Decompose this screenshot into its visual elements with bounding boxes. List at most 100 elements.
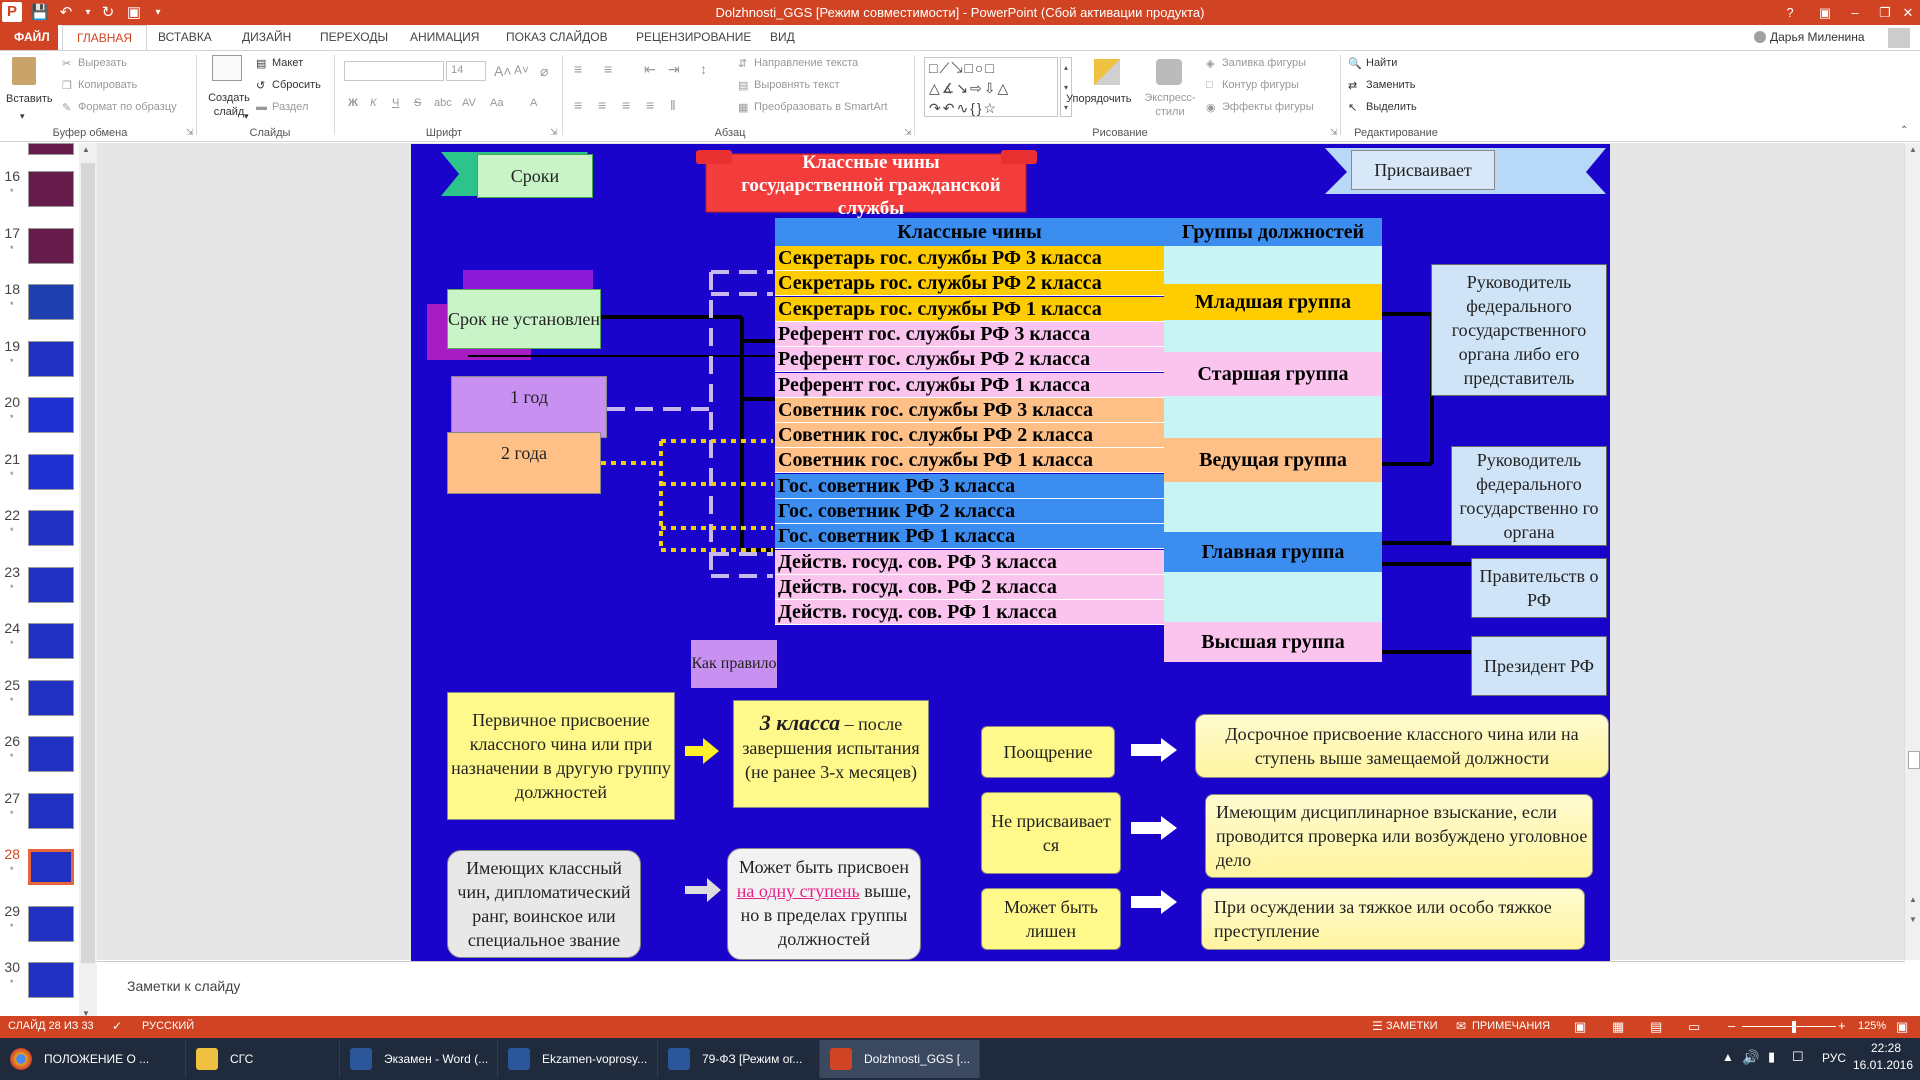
collapse-ribbon-icon[interactable]: ⌃ — [1900, 125, 1908, 136]
slide-thumbnail[interactable] — [28, 453, 74, 490]
early-assignment-box[interactable]: Досрочное присвоение классного чина или … — [1195, 714, 1609, 778]
class-rank-row[interactable]: Референт гос. службы РФ 3 класса — [775, 321, 1164, 347]
tab-file[interactable]: ФАЙЛ — [0, 25, 58, 50]
class-rank-row[interactable]: Действ. госуд. сов. РФ 2 класса — [775, 574, 1164, 600]
notes-pane[interactable]: Заметки к слайду — [97, 961, 1905, 1014]
zoom-out-icon[interactable]: – — [1728, 1018, 1735, 1033]
help-icon[interactable]: ? — [1775, 0, 1805, 25]
class-rank-row[interactable]: Секретарь гос. службы РФ 1 класса — [775, 296, 1164, 322]
redo-icon[interactable]: ↻ — [96, 0, 120, 25]
class-rank-row[interactable]: Советник гос. службы РФ 2 класса — [775, 423, 1164, 449]
increase-indent-icon[interactable]: ⇥ — [668, 61, 680, 78]
appointer-head[interactable]: Руководитель федерального государственно… — [1451, 446, 1607, 546]
char-spacing-button[interactable]: AV — [462, 97, 476, 109]
class-rank-row[interactable]: Гос. советник РФ 2 класса — [775, 499, 1164, 524]
language-indicator[interactable]: РУССКИЙ — [142, 1020, 194, 1032]
bold-button[interactable]: Ж — [348, 97, 358, 109]
canvas-scrollbar[interactable]: ▲ ▲ ▼ — [1904, 143, 1920, 960]
slide-thumbnail[interactable] — [28, 397, 74, 433]
banner-title[interactable]: Классные чины государственной гражданско… — [731, 152, 1011, 219]
task-folder[interactable]: СГС — [186, 1040, 340, 1078]
slide-thumbnail[interactable] — [28, 566, 74, 603]
appointer-president[interactable]: Президент РФ — [1471, 636, 1607, 696]
slide-thumbnail[interactable] — [28, 227, 74, 264]
reward-box[interactable]: Поощрение — [981, 726, 1115, 778]
input-language[interactable]: РУС — [1822, 1051, 1846, 1065]
font-size-input[interactable]: 14 — [446, 61, 486, 81]
tray-arrow-icon[interactable]: ▲ — [1722, 1050, 1734, 1064]
slide-thumbnail[interactable] — [28, 340, 74, 377]
action-center-icon[interactable]: ☐ — [1792, 1049, 1804, 1065]
new-slide-dropdown-icon[interactable]: ▾ — [244, 111, 249, 122]
notes-placeholder[interactable]: Заметки к слайду — [127, 978, 240, 994]
present-icon[interactable]: ▣ — [122, 0, 146, 25]
smartart-button[interactable]: Преобразовать в SmartArt — [754, 101, 887, 113]
slide-thumbnail[interactable] — [28, 849, 74, 885]
tab-slideshow[interactable]: ПОКАЗ СЛАЙДОВ — [492, 25, 622, 50]
shapes-gallery[interactable]: □⟋↘□○□ △∡↘⇨⇩△ ↷↶∿{}☆ — [924, 57, 1058, 117]
line-spacing-icon[interactable]: ↕ — [700, 61, 707, 77]
slide-thumbnail[interactable] — [28, 623, 74, 659]
class-rank-row[interactable]: Действ. госуд. сов. РФ 1 класса — [775, 600, 1164, 626]
arrange-button[interactable]: Упорядочить — [1066, 93, 1131, 105]
thumbnail-15-partial[interactable] — [28, 143, 74, 155]
zoom-slider-track[interactable] — [1742, 1026, 1836, 1027]
format-painter-button[interactable]: Формат по образцу — [78, 101, 177, 113]
class-rank-row[interactable]: Гос. советник РФ 3 класса — [775, 473, 1164, 499]
slide-thumbnail[interactable] — [28, 171, 74, 207]
class-rank-row[interactable]: Секретарь гос. службы РФ 2 класса — [775, 271, 1164, 297]
align-right-icon[interactable]: ≡ — [622, 97, 630, 113]
class-rank-row[interactable]: Гос. советник РФ 1 класса — [775, 524, 1164, 550]
canvas-scroll-thumb[interactable] — [1908, 751, 1920, 769]
slide-28[interactable]: Сроки Классные чины государственной граж… — [411, 144, 1610, 964]
text-direction-button[interactable]: Направление текста — [754, 57, 858, 69]
slide-thumbnail[interactable] — [28, 679, 74, 716]
term-2years-box[interactable]: 2 года — [447, 432, 601, 494]
slide-sorter-icon[interactable]: ▦ — [1612, 1019, 1624, 1035]
decrease-indent-icon[interactable]: ⇤ — [644, 61, 656, 78]
paste-dropdown-icon[interactable]: ▾ — [20, 111, 25, 122]
network-icon[interactable]: ▮ — [1768, 1049, 1775, 1065]
quick-styles-button[interactable]: Экспресс-стили — [1140, 91, 1200, 119]
align-text-button[interactable]: Выровнять текст — [754, 79, 840, 91]
italic-button[interactable]: К — [370, 97, 376, 109]
paste-button[interactable]: Вставить — [6, 93, 53, 105]
find-button[interactable]: Найти — [1366, 57, 1397, 69]
shadow-button[interactable]: abc — [434, 97, 452, 109]
tab-design[interactable]: ДИЗАЙН — [228, 25, 305, 50]
banner-terms[interactable]: Сроки — [477, 154, 593, 198]
tab-review[interactable]: РЕЦЕНЗИРОВАНИЕ — [622, 25, 765, 50]
fit-slide-icon[interactable]: ▣ — [1896, 1019, 1908, 1035]
layout-button[interactable]: Макет — [272, 57, 303, 69]
prev-slide-icon[interactable]: ▲ — [1909, 895, 1917, 904]
align-left-icon[interactable]: ≡ — [574, 97, 582, 113]
slide-thumbnail[interactable] — [28, 736, 74, 772]
reset-button[interactable]: Сбросить — [272, 79, 321, 91]
class-rank-row[interactable]: Референт гос. службы РФ 2 класса — [775, 347, 1164, 373]
class-rank-row[interactable]: Референт гос. службы РФ 1 класса — [775, 372, 1164, 398]
task-chrome[interactable]: ПОЛОЖЕНИЕ О ... — [0, 1040, 186, 1078]
task-word-79fz[interactable]: 79-ФЗ [Режим ог... — [658, 1040, 820, 1078]
class-rank-row[interactable]: Советник гос. службы РФ 1 класса — [775, 448, 1164, 474]
shape-fill-button[interactable]: Заливка фигуры — [1222, 57, 1306, 69]
may-assign-link[interactable]: на одну ступень — [737, 881, 860, 901]
change-case-button[interactable]: Aa — [490, 97, 503, 109]
appointer-head-or-rep[interactable]: Руководитель федерального государственно… — [1431, 264, 1607, 396]
clipboard-launcher-icon[interactable]: ⇲ — [186, 127, 194, 138]
user-name[interactable]: Дарья Миленина — [1770, 25, 1865, 50]
primary-assignment-box[interactable]: Первичное присвоение классного чина или … — [447, 692, 675, 820]
underline-button[interactable]: Ч — [392, 97, 399, 109]
font-launcher-icon[interactable]: ⇲ — [550, 127, 558, 138]
class-rank-row[interactable]: Секретарь гос. службы РФ 3 класса — [775, 246, 1164, 271]
zoom-level[interactable]: 125% — [1858, 1020, 1886, 1032]
cut-button[interactable]: Вырезать — [78, 57, 127, 69]
clock-time[interactable]: 22:28 — [1856, 1041, 1916, 1055]
columns-icon[interactable]: ‖ — [670, 97, 676, 113]
scroll-up-icon[interactable]: ▲ — [82, 145, 90, 154]
canvas-scroll-up-icon[interactable]: ▲ — [1909, 145, 1917, 154]
class-rank-row[interactable]: Действ. госуд. сов. РФ 3 класса — [775, 549, 1164, 575]
shape-effects-button[interactable]: Эффекты фигуры — [1222, 101, 1314, 113]
group-leading[interactable]: Ведущая группа — [1164, 438, 1382, 482]
comments-toggle[interactable]: ПРИМЕЧАНИЯ — [1472, 1020, 1550, 1032]
zoom-slider-thumb[interactable] — [1791, 1021, 1796, 1033]
